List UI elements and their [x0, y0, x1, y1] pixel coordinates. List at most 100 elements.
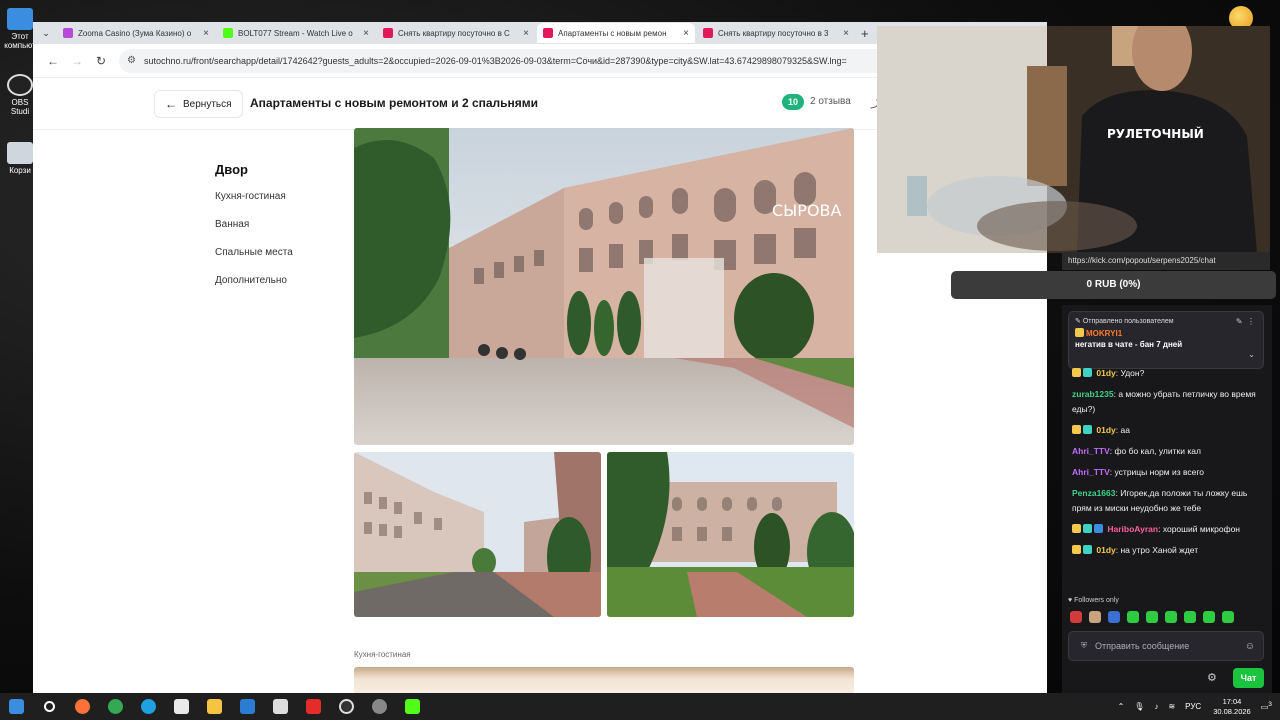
emote-icon[interactable] [1146, 611, 1158, 623]
desktop-icon-recycle-bin[interactable]: Корзи [4, 142, 36, 175]
arrow-left-icon: ← [165, 97, 177, 111]
photo-yard-main[interactable]: СЫРОВА [354, 128, 854, 445]
taskbar-app-kick[interactable] [396, 693, 429, 720]
recycle-bin-icon [7, 142, 33, 164]
chat-send-button[interactable]: Чат [1233, 668, 1264, 688]
taskbar-app-edge[interactable] [132, 693, 165, 720]
chat-username[interactable]: 01dy [1096, 425, 1115, 435]
wifi-icon[interactable]: ≋ [1168, 702, 1175, 711]
taskbar-app-obs[interactable] [330, 693, 363, 720]
tab-bolt[interactable]: BOLT077 Stream - Watch Live o × [217, 23, 375, 43]
chevron-down-icon[interactable]: ⌄ [1248, 350, 1255, 359]
taskbar-app-firefox[interactable] [66, 693, 99, 720]
stream-chat-panel: ✎ Отправлено пользователем MOKRYI1 негат… [1062, 305, 1272, 693]
gear-icon[interactable]: ⚙ [1207, 671, 1217, 684]
tab-zooma[interactable]: Zooma Casino (Зума Казино) о × [57, 23, 215, 43]
clock[interactable]: 17:04 30.08.2026 [1213, 697, 1251, 717]
photo-yard-3[interactable] [607, 452, 854, 617]
chat-username[interactable]: zurab1235 [1072, 389, 1114, 399]
system-tray: ⌃ 🎙 ♪ ≋ РУС 17:04 30.08.2026 ▭3 [1108, 693, 1272, 720]
chat-username[interactable]: 01dy [1096, 545, 1115, 555]
photo-section-nav: Двор Кухня-гостиная Ванная Спальные мест… [215, 162, 293, 303]
tab-title: Снять квартиру посуточно в С [398, 28, 510, 38]
emote-icon[interactable] [1203, 611, 1215, 623]
taskbar-app-yandex[interactable] [297, 693, 330, 720]
chat-username[interactable]: 01dy [1096, 368, 1115, 378]
chat-username[interactable]: Ahri_TTV [1072, 446, 1110, 456]
emote-icon[interactable] [1127, 611, 1139, 623]
desktop-icon-obs[interactable]: OBS Studi [4, 74, 36, 116]
pin-menu-icon[interactable]: ✎ ⋮ [1236, 317, 1255, 326]
pin-icon: ✎ [1075, 318, 1083, 325]
emote-icon[interactable] [1184, 611, 1196, 623]
taskbar-app-store[interactable] [165, 693, 198, 720]
reload-icon[interactable]: ↻ [89, 54, 113, 68]
microphone-icon[interactable]: 🎙 [1134, 702, 1144, 711]
nav-item-extra[interactable]: Дополнительно [215, 275, 293, 286]
chat-input[interactable]: ⛨ Отправить сообщение ☺ [1068, 631, 1264, 661]
zooma-favicon [63, 28, 73, 38]
volume-icon[interactable]: ♪ [1154, 702, 1158, 711]
keyboard-language[interactable]: РУС [1185, 702, 1201, 711]
tab-title: Апартаменты с новым ремон [558, 28, 667, 38]
back-label: Вернуться [183, 98, 232, 110]
chat-text: фо бо кал, улитки кал [1114, 446, 1201, 456]
taskbar: ⌃ 🎙 ♪ ≋ РУС 17:04 30.08.2026 ▭3 [0, 693, 1280, 720]
tab-apartment-active[interactable]: Апартаменты с новым ремон × [537, 23, 695, 43]
taskbar-app-explorer[interactable] [198, 693, 231, 720]
sutochno-favicon [703, 28, 713, 38]
chevron-up-icon[interactable]: ⌃ [1118, 702, 1125, 711]
close-icon[interactable]: × [523, 28, 529, 39]
taskbar-app-mail[interactable] [231, 693, 264, 720]
emote-icon[interactable] [1108, 611, 1120, 623]
emoji-icon[interactable]: ☺ [1245, 641, 1255, 652]
start-button[interactable] [0, 693, 33, 720]
close-icon[interactable]: × [363, 28, 369, 39]
tab-sutochno-2[interactable]: Снять квартиру посуточно в 3 × [697, 23, 855, 43]
folder-icon [207, 699, 222, 714]
nav-item-beds[interactable]: Спальные места [215, 247, 293, 258]
chat-text: на утро Ханой ждет [1120, 545, 1199, 555]
notifications-icon[interactable]: ▭3 [1261, 701, 1272, 712]
followers-only-notice: ♥ Followers only [1068, 597, 1119, 604]
back-button[interactable]: ← Вернуться [154, 90, 243, 118]
site-settings-icon[interactable]: ⚙ [127, 55, 136, 66]
donation-goal-bar: 0 RUB (0%) [951, 271, 1276, 299]
chat-message: Penza1663: Игорек,да положи ты ложку ешь… [1072, 488, 1248, 513]
followers-only-label: Followers only [1074, 597, 1119, 604]
taskbar-app-chrome[interactable] [99, 693, 132, 720]
emote-icon[interactable] [1222, 611, 1234, 623]
desktop-icon-label: OBS Studi [10, 98, 30, 116]
chat-message: HariboAyran: хороший микрофон [1072, 522, 1264, 537]
taskbar-app-spark[interactable] [264, 693, 297, 720]
chat-username[interactable]: Penza1663 [1072, 488, 1115, 498]
back-arrow-icon[interactable]: ← [41, 54, 65, 68]
chat-text: устрицы норм из всего [1114, 467, 1205, 477]
nav-item-yard[interactable]: Двор [215, 162, 293, 177]
sub-badge-icon [1083, 545, 1092, 554]
search-button[interactable] [33, 693, 66, 720]
photo-kitchen[interactable] [354, 667, 854, 693]
emote-icon[interactable] [1070, 611, 1082, 623]
taskbar-app-settings[interactable] [363, 693, 396, 720]
tab-search-chevron-icon[interactable]: ⌄ [37, 24, 55, 42]
desktop-icon-computer[interactable]: Этот компьют [4, 8, 36, 50]
clock-time: 17:04 [1222, 696, 1242, 706]
emote-icon[interactable] [1165, 611, 1177, 623]
pinned-text: негатив в чате - бан 7 дней [1075, 340, 1183, 349]
emote-bar [1070, 611, 1241, 623]
nav-item-bathroom[interactable]: Ванная [215, 219, 293, 230]
tab-sutochno-1[interactable]: Снять квартиру посуточно в С × [377, 23, 535, 43]
chat-username[interactable]: Ahri_TTV [1072, 467, 1110, 477]
close-icon[interactable]: × [203, 28, 209, 39]
emote-icon[interactable] [1089, 611, 1101, 623]
photo-yard-2[interactable] [354, 452, 601, 617]
gear-icon [372, 699, 387, 714]
reviews-link[interactable]: 2 отзыва [810, 96, 851, 107]
forward-arrow-icon[interactable]: → [65, 54, 89, 68]
close-icon[interactable]: × [683, 28, 689, 39]
chat-username[interactable]: HariboAyran [1107, 524, 1158, 534]
new-tab-button[interactable]: + [861, 26, 869, 41]
close-icon[interactable]: × [843, 28, 849, 39]
nav-item-kitchen[interactable]: Кухня-гостиная [215, 191, 293, 202]
